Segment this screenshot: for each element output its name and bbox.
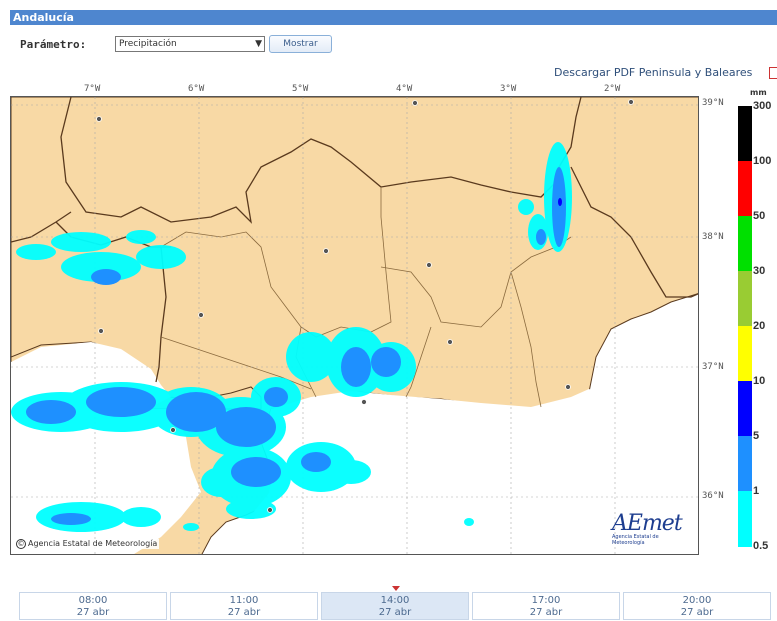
latitude-label: 39°N [702,98,724,108]
slot-date: 27 abr [76,607,110,618]
map-credit-text: Agencia Estatal de Meteorología [28,539,158,548]
timeline-slot-active[interactable]: 14:00 27 abr [321,592,469,620]
slot-time: 20:00 [682,595,712,606]
current-time-marker-icon [392,586,400,591]
precipitation-legend [738,106,752,547]
longitude-label: 4°W [396,84,413,94]
copyright-icon: © [16,539,26,549]
region-title: Andalucía [13,11,74,24]
legend-label: 1 [753,485,760,497]
timeline-slot[interactable]: 08:00 27 abr [19,592,167,620]
slot-time: 17:00 [531,595,561,606]
longitude-label: 6°W [188,84,205,94]
latitude-label: 38°N [702,232,724,242]
legend-label: 100 [753,155,772,167]
precip-darkblue [558,198,562,206]
longitude-label: 2°W [604,84,621,94]
legend-swatch [738,436,752,491]
timeline-slot[interactable]: 11:00 27 abr [170,592,318,620]
slot-date: 27 abr [680,607,714,618]
show-button[interactable]: Mostrar [269,35,332,53]
legend-label: 50 [753,210,766,222]
aemet-logo: AEmet Agencia Estatal de Meteorología [612,511,692,551]
legend-swatch [738,491,752,547]
timeline-slot[interactable]: 17:00 27 abr [472,592,620,620]
longitude-label: 5°W [292,84,309,94]
logo-text: AEmet [612,511,683,536]
parameter-label: Parámetro: [20,37,87,51]
dropdown-arrow-icon: ▼ [255,39,262,49]
legend-swatch [738,381,752,436]
longitude-label: 3°W [500,84,517,94]
legend-label: 20 [753,320,766,332]
legend-swatch [738,106,752,161]
legend-swatch [738,161,752,216]
legend-label: 10 [753,375,766,387]
parameter-select-value: Precipitación [119,39,177,49]
map-credit: © Agencia Estatal de Meteorología [14,539,160,549]
slot-time: 11:00 [229,595,259,606]
parameter-row: Parámetro: Precipitación ▼ [20,35,265,53]
slot-date: 27 abr [529,607,563,618]
legend-label: 300 [753,100,772,112]
longitude-label: 7°W [84,84,101,94]
timeline-slot[interactable]: 20:00 27 abr [623,592,771,620]
pdf-icon[interactable] [769,67,777,79]
legend-label: 0.5 [753,540,769,552]
slot-time: 08:00 [78,595,108,606]
legend-swatch [738,326,752,381]
map-canvas [11,97,698,554]
legend-swatch [738,216,752,271]
latitude-label: 37°N [702,362,724,372]
download-pdf-link[interactable]: Descargar PDF Peninsula y Baleares [554,66,752,79]
slot-date: 27 abr [378,607,412,618]
legend-label: 5 [753,430,760,442]
legend-label: 30 [753,265,766,277]
slot-time: 14:00 [380,595,410,606]
legend-swatch [738,271,752,326]
slot-date: 27 abr [227,607,261,618]
region-title-bar: Andalucía [10,10,777,25]
latitude-label: 36°N [702,491,724,501]
legend-unit: mm [750,88,767,97]
parameter-select[interactable]: Precipitación ▼ [115,36,265,52]
precipitation-map[interactable] [10,96,699,555]
